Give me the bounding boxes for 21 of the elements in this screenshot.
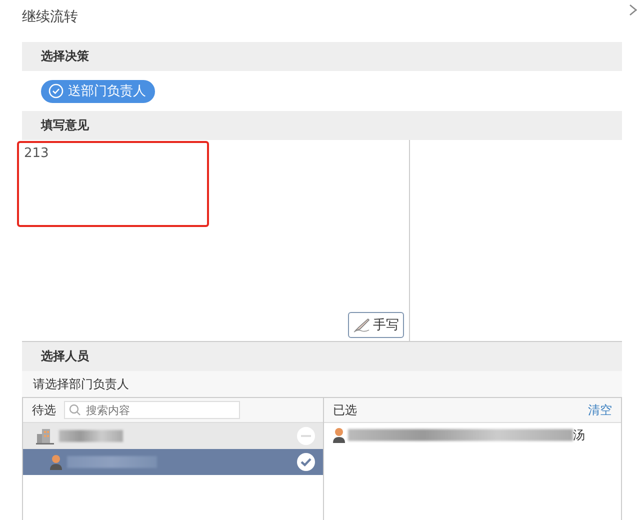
- redacted-name: [59, 430, 123, 442]
- section-header: 选择人员: [22, 342, 622, 371]
- search-field[interactable]: 搜索内容: [64, 401, 240, 419]
- panel-label: 已选: [333, 402, 357, 418]
- candidate-row[interactable]: [23, 423, 323, 449]
- candidate-row[interactable]: [23, 449, 323, 475]
- building-icon: [35, 426, 55, 446]
- checkmark-icon[interactable]: [296, 452, 316, 472]
- handwrite-button[interactable]: 手写: [348, 312, 404, 338]
- person-icon: [49, 454, 63, 470]
- person-icon: [332, 427, 346, 443]
- name-text: 汤: [573, 426, 585, 444]
- window-title: 继续流转: [22, 8, 78, 26]
- section-header: 填写意见: [22, 111, 622, 140]
- search-icon: [69, 404, 81, 416]
- clear-link[interactable]: 清空: [588, 402, 612, 418]
- panel-label: 待选: [32, 402, 56, 418]
- check-circle-icon: [48, 83, 64, 99]
- hint-text: 请选择部门负责人: [22, 371, 622, 397]
- pen-icon: [353, 317, 371, 333]
- section-header: 选择决策: [22, 42, 622, 71]
